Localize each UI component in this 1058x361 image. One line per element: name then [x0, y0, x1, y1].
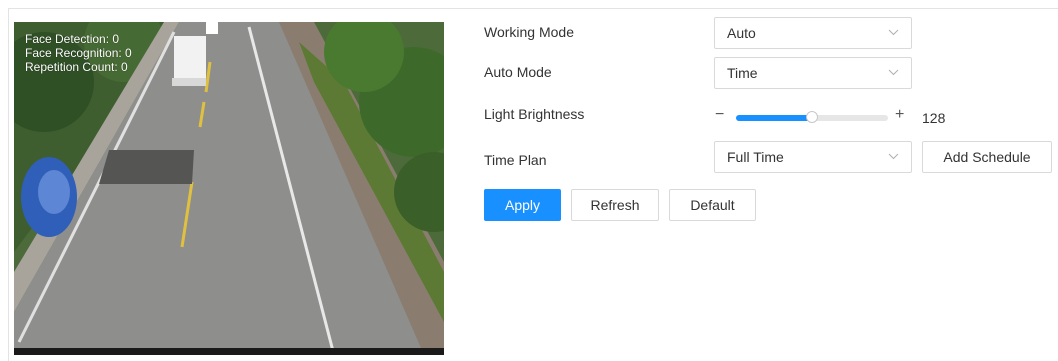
auto-mode-select[interactable]: Time [714, 57, 912, 89]
brightness-increase-button[interactable]: + [895, 107, 904, 123]
video-preview[interactable]: Face Detection: 0 Face Recognition: 0 Re… [14, 22, 444, 355]
auto-mode-value: Time [727, 65, 758, 81]
brightness-slider-handle[interactable] [806, 111, 818, 123]
brightness-decrease-button[interactable]: − [715, 107, 724, 123]
default-button[interactable]: Default [669, 189, 756, 221]
face-recognition-count: Face Recognition: 0 [25, 46, 132, 60]
brightness-slider-fill [736, 115, 812, 121]
face-detection-count: Face Detection: 0 [25, 32, 120, 46]
working-mode-value: Auto [727, 25, 756, 41]
brightness-value: 128 [922, 110, 946, 126]
chevron-down-icon [888, 29, 899, 36]
video-bottom-bar [14, 348, 444, 355]
light-brightness-label: Light Brightness [484, 106, 585, 122]
time-plan-value: Full Time [727, 149, 784, 165]
chevron-down-icon [888, 69, 899, 76]
apply-button[interactable]: Apply [484, 189, 561, 221]
video-overlay: Face Detection: 0 Face Recognition: 0 Re… [25, 32, 132, 74]
time-plan-select[interactable]: Full Time [714, 141, 912, 173]
working-mode-select[interactable]: Auto [714, 17, 912, 49]
brightness-slider[interactable] [736, 111, 888, 123]
repetition-count: Repetition Count: 0 [25, 60, 128, 74]
add-schedule-button[interactable]: Add Schedule [922, 141, 1052, 173]
auto-mode-label: Auto Mode [484, 64, 552, 80]
time-plan-label: Time Plan [484, 152, 547, 168]
working-mode-label: Working Mode [484, 24, 575, 40]
refresh-button[interactable]: Refresh [571, 189, 659, 221]
chevron-down-icon [888, 153, 899, 160]
